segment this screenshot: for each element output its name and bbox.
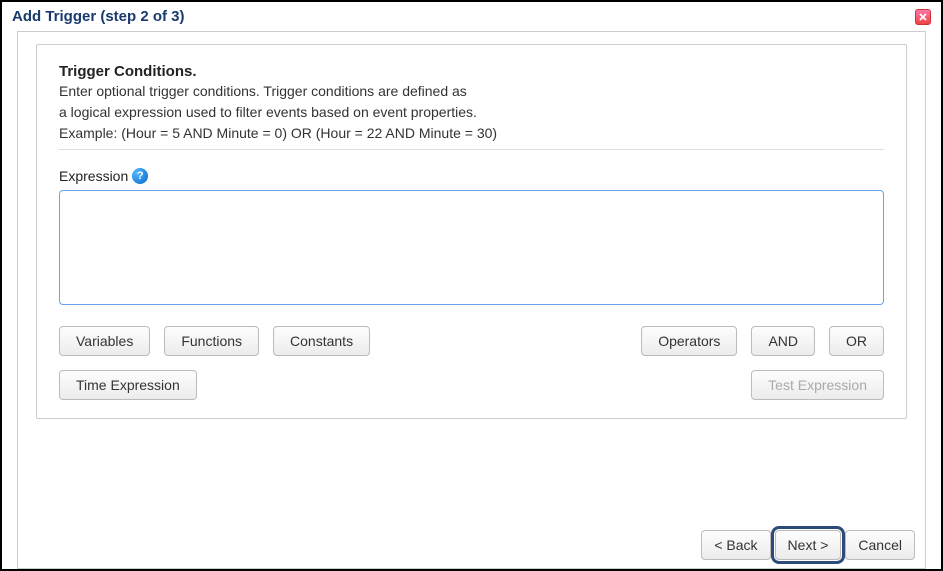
expression-label-row: Expression ?: [59, 168, 884, 184]
variables-button[interactable]: Variables: [59, 326, 150, 356]
time-expression-button[interactable]: Time Expression: [59, 370, 197, 400]
section-desc-line2: a logical expression used to filter even…: [59, 103, 884, 122]
constants-button[interactable]: Constants: [273, 326, 370, 356]
help-icon[interactable]: ?: [132, 168, 148, 184]
expression-label: Expression: [59, 168, 128, 184]
divider: [59, 149, 884, 150]
test-expression-button[interactable]: Test Expression: [751, 370, 884, 400]
dialog-footer: < Back Next > Cancel: [701, 530, 915, 560]
functions-button[interactable]: Functions: [164, 326, 259, 356]
section-desc-line1: Enter optional trigger conditions. Trigg…: [59, 82, 884, 101]
dialog-header: Add Trigger (step 2 of 3): [2, 2, 941, 31]
close-icon: [918, 12, 928, 22]
dialog-title: Add Trigger (step 2 of 3): [12, 8, 185, 25]
button-group-right: Operators AND OR: [641, 326, 884, 356]
or-button[interactable]: OR: [829, 326, 884, 356]
button-group-left: Variables Functions Constants: [59, 326, 370, 356]
button-row-1: Variables Functions Constants Operators …: [59, 326, 884, 356]
and-button[interactable]: AND: [751, 326, 815, 356]
section-desc-line3: Example: (Hour = 5 AND Minute = 0) OR (H…: [59, 124, 884, 143]
expression-input[interactable]: [59, 190, 884, 305]
button-row-2: Time Expression Test Expression: [59, 370, 884, 400]
close-button[interactable]: [915, 9, 931, 25]
next-button[interactable]: Next >: [775, 530, 842, 560]
trigger-conditions-panel: Trigger Conditions. Enter optional trigg…: [36, 44, 907, 419]
section-heading: Trigger Conditions.: [59, 63, 884, 80]
add-trigger-dialog: Add Trigger (step 2 of 3) Trigger Condit…: [0, 0, 943, 571]
operators-button[interactable]: Operators: [641, 326, 737, 356]
back-button[interactable]: < Back: [701, 530, 770, 560]
content-frame: Trigger Conditions. Enter optional trigg…: [17, 31, 926, 569]
cancel-button[interactable]: Cancel: [845, 530, 915, 560]
